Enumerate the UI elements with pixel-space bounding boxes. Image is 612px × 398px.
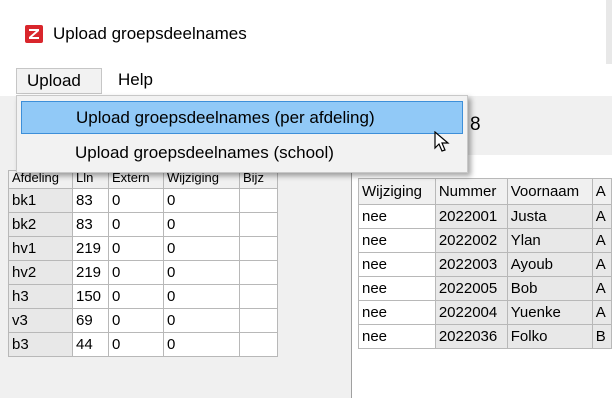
- cell[interactable]: 0: [163, 260, 240, 285]
- cell[interactable]: [239, 308, 278, 333]
- cell[interactable]: hv1: [8, 236, 73, 261]
- cell[interactable]: A: [591, 300, 612, 325]
- col-header-wijziging[interactable]: Wijziging: [163, 170, 240, 189]
- cell[interactable]: A: [591, 252, 612, 277]
- menu-item-upload-school[interactable]: Upload groepsdeelnames (school): [21, 137, 463, 170]
- col-header-wijziging[interactable]: Wijziging: [358, 178, 436, 205]
- upload-dropdown-menu: Upload groepsdeelnames (per afdeling) Up…: [16, 95, 468, 173]
- cell[interactable]: nee: [358, 300, 436, 325]
- col-header-voornaam[interactable]: Voornaam: [506, 178, 593, 205]
- cell[interactable]: 0: [108, 308, 164, 333]
- menu-upload[interactable]: Upload: [16, 68, 102, 94]
- cell[interactable]: b3: [8, 332, 73, 357]
- grid-header-row: Afdeling Lln Extern Wijziging Bijz: [8, 170, 278, 189]
- menu-bar: Upload Help: [0, 64, 612, 96]
- cell[interactable]: Ayoub: [506, 252, 593, 277]
- cell[interactable]: A: [591, 228, 612, 253]
- menu-help[interactable]: Help: [108, 68, 168, 94]
- table-row[interactable]: bk2 83 0 0: [8, 212, 278, 237]
- table-row[interactable]: b3 44 0 0: [8, 332, 278, 357]
- table-row[interactable]: nee 2022002 Ylan A: [358, 228, 612, 253]
- table-row[interactable]: nee 2022001 Justa A: [358, 204, 612, 229]
- col-header-afdeling[interactable]: Afdeling: [8, 170, 73, 189]
- afdeling-grid[interactable]: Afdeling Lln Extern Wijziging Bijz bk1 8…: [8, 170, 278, 357]
- cell[interactable]: 0: [163, 332, 240, 357]
- cell[interactable]: 219: [72, 260, 109, 285]
- cell[interactable]: v3: [8, 308, 73, 333]
- cell[interactable]: 150: [72, 284, 109, 309]
- cell[interactable]: nee: [358, 228, 436, 253]
- table-row[interactable]: nee 2022005 Bob A: [358, 276, 612, 301]
- title-bar: Upload groepsdeelnames: [0, 0, 612, 64]
- cell[interactable]: 0: [108, 332, 164, 357]
- cell[interactable]: 2022003: [434, 252, 508, 277]
- cell[interactable]: 44: [72, 332, 109, 357]
- col-header-bijz[interactable]: Bijz: [239, 170, 278, 189]
- cell[interactable]: nee: [358, 252, 436, 277]
- cell[interactable]: 0: [163, 284, 240, 309]
- cell[interactable]: Folko: [506, 324, 593, 349]
- cell[interactable]: 2022002: [434, 228, 508, 253]
- cell[interactable]: [239, 332, 278, 357]
- cell[interactable]: hv2: [8, 260, 73, 285]
- table-row[interactable]: nee 2022004 Yuenke A: [358, 300, 612, 325]
- table-row[interactable]: nee 2022003 Ayoub A: [358, 252, 612, 277]
- cell[interactable]: [239, 260, 278, 285]
- cell[interactable]: nee: [358, 204, 436, 229]
- cell[interactable]: 219: [72, 236, 109, 261]
- cell[interactable]: h3: [8, 284, 73, 309]
- cell[interactable]: 0: [163, 212, 240, 237]
- cell[interactable]: 2022004: [434, 300, 508, 325]
- table-row[interactable]: nee 2022036 Folko B: [358, 324, 612, 349]
- app-logo-icon: [25, 25, 43, 43]
- table-row[interactable]: hv1 219 0 0: [8, 236, 278, 261]
- cell[interactable]: Ylan: [506, 228, 593, 253]
- cell[interactable]: 0: [163, 188, 240, 213]
- table-row[interactable]: hv2 219 0 0: [8, 260, 278, 285]
- cell[interactable]: Bob: [506, 276, 593, 301]
- cell[interactable]: 0: [108, 236, 164, 261]
- cell[interactable]: 0: [163, 308, 240, 333]
- mouse-cursor-icon: [434, 131, 450, 152]
- cell[interactable]: bk2: [8, 212, 73, 237]
- cell[interactable]: 2022036: [434, 324, 508, 349]
- cell[interactable]: [239, 236, 278, 261]
- cell[interactable]: 69: [72, 308, 109, 333]
- partial-label: 8: [470, 114, 481, 135]
- cell[interactable]: 0: [163, 236, 240, 261]
- cell[interactable]: B: [591, 324, 612, 349]
- col-header-extern[interactable]: Extern: [108, 170, 164, 189]
- cell[interactable]: 83: [72, 212, 109, 237]
- cell[interactable]: 0: [108, 188, 164, 213]
- table-row[interactable]: bk1 83 0 0: [8, 188, 278, 213]
- window-title: Upload groepsdeelnames: [53, 24, 247, 43]
- app-window: Upload groepsdeelnames Upload Help 8 Upl…: [0, 0, 612, 398]
- cell[interactable]: 0: [108, 212, 164, 237]
- leerlingen-grid[interactable]: Wijziging Nummer Voornaam A nee 2022001 …: [358, 178, 612, 349]
- cell[interactable]: A: [591, 276, 612, 301]
- cell[interactable]: bk1: [8, 188, 73, 213]
- cell[interactable]: nee: [358, 324, 436, 349]
- table-row[interactable]: h3 150 0 0: [8, 284, 278, 309]
- cell[interactable]: Yuenke: [506, 300, 593, 325]
- cell[interactable]: 83: [72, 188, 109, 213]
- col-header-nummer[interactable]: Nummer: [434, 178, 508, 205]
- cell[interactable]: [239, 212, 278, 237]
- cell[interactable]: nee: [358, 276, 436, 301]
- cell[interactable]: [239, 188, 278, 213]
- cell[interactable]: A: [591, 204, 612, 229]
- cell[interactable]: 0: [108, 260, 164, 285]
- grid-header-row: Wijziging Nummer Voornaam A: [358, 178, 612, 205]
- cell[interactable]: 0: [108, 284, 164, 309]
- cell[interactable]: 2022005: [434, 276, 508, 301]
- cell[interactable]: Justa: [506, 204, 593, 229]
- cell[interactable]: [239, 284, 278, 309]
- menu-item-upload-per-afdeling[interactable]: Upload groepsdeelnames (per afdeling): [21, 101, 463, 134]
- col-header-a[interactable]: A: [591, 178, 612, 205]
- cell[interactable]: 2022001: [434, 204, 508, 229]
- window-edge: [606, 0, 612, 64]
- col-header-lln[interactable]: Lln: [72, 170, 109, 189]
- table-row[interactable]: v3 69 0 0: [8, 308, 278, 333]
